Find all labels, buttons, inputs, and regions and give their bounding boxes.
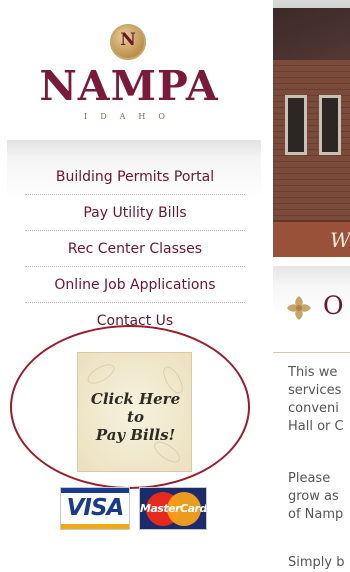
quick-links-nav: Building Permits Portal Pay Utility Bill… — [7, 140, 261, 340]
paragraph-line: grow as — [288, 489, 339, 504]
paragraph-line: Hall or C — [288, 419, 344, 434]
nav-link-pay-utility-bills[interactable]: Pay Utility Bills — [25, 195, 245, 231]
hero-photo: W — [273, 0, 350, 257]
depot-window — [285, 95, 307, 155]
paragraph-line: conveni — [288, 401, 339, 416]
pay-bills-line1: Click Here — [90, 390, 181, 408]
paragraph-line: Please — [288, 471, 331, 486]
pay-bills-line3: Pay Bills! — [95, 426, 176, 444]
visa-logo: VISA — [60, 487, 130, 530]
second-paragraph: Please grow as of Namp — [288, 470, 350, 524]
mastercard-logo: MasterCard — [139, 487, 207, 530]
hero-caption: W — [330, 228, 350, 252]
pay-bills-text: Click Here to Pay Bills! — [78, 390, 193, 444]
nav-link-building-permits[interactable]: Building Permits Portal — [25, 159, 245, 195]
city-seal-icon: N — [110, 24, 146, 60]
depot-roof — [273, 8, 350, 63]
paragraph-line: services — [288, 383, 342, 398]
third-paragraph: Simply b — [288, 554, 350, 572]
depot-window — [319, 95, 341, 155]
section-heading: O — [323, 291, 344, 320]
paragraph-line: Simply b — [288, 555, 345, 570]
nampa-logo[interactable]: N NAMPA IDAHO — [18, 24, 240, 128]
leaf-decoration-icon — [84, 360, 118, 388]
logo-state: IDAHO — [84, 112, 178, 121]
nav-link-job-applications[interactable]: Online Job Applications — [25, 267, 245, 303]
nav-link-rec-center-classes[interactable]: Rec Center Classes — [25, 231, 245, 267]
paragraph-line: of Namp — [288, 507, 344, 522]
paragraph-line: This we — [288, 365, 338, 380]
main-content: This we services conveni Hall or C Pleas… — [288, 364, 350, 572]
logo-wordmark: NAMPA — [39, 62, 219, 110]
fleur-ornament-icon — [287, 296, 311, 320]
section-divider — [273, 352, 350, 353]
intro-paragraph: This we services conveni Hall or C — [288, 364, 350, 436]
pay-bills-button[interactable]: Click Here to Pay Bills! — [77, 352, 192, 472]
mastercard-wordmark: MasterCard — [140, 502, 207, 515]
seal-letter: N — [120, 30, 136, 50]
visa-wordmark: VISA — [66, 495, 125, 521]
pay-bills-line2: to — [127, 408, 144, 426]
